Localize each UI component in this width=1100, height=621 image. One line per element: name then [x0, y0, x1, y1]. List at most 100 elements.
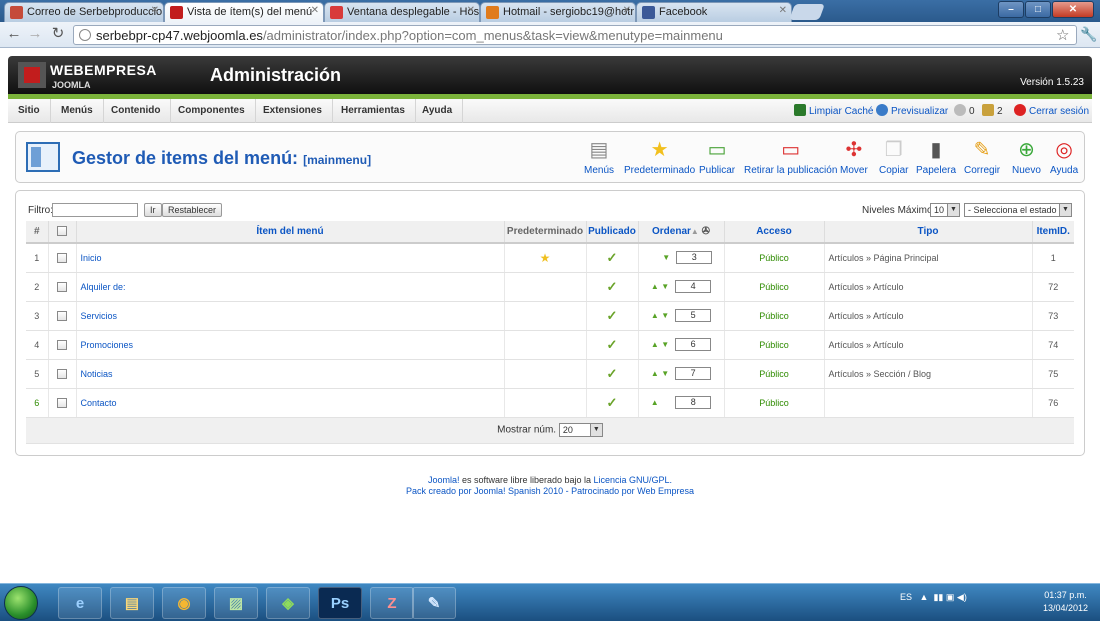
access-link[interactable]: Público	[759, 398, 789, 408]
volume-icon[interactable]: ◀)	[957, 592, 967, 602]
tab-ventana[interactable]: Ventana desplegable - Host ✕	[324, 2, 480, 22]
close-icon[interactable]: ✕	[779, 5, 787, 16]
logout-link[interactable]: Cerrar sesión	[1014, 104, 1089, 117]
move-down-icon[interactable]: ▼	[661, 311, 669, 320]
move-up-icon[interactable]: ▲	[651, 282, 659, 291]
menu-sitio[interactable]: Sitio	[8, 99, 51, 123]
network-icon[interactable]: ▣	[946, 592, 955, 602]
close-icon[interactable]: ✕	[151, 5, 159, 16]
unpublish-button[interactable]: ▭ Retirar la publicación	[744, 138, 837, 176]
photos-icon[interactable]: ▨	[214, 587, 258, 619]
published-check-icon[interactable]: ✓	[607, 366, 618, 381]
users-count[interactable]: 2	[982, 104, 1003, 117]
order-input[interactable]: 7	[675, 367, 712, 380]
col-type[interactable]: Tipo	[824, 221, 1033, 244]
state-select[interactable]: - Selecciona el estado - ▼	[964, 203, 1072, 217]
move-down-icon[interactable]: ▼	[662, 253, 670, 262]
row-checkbox[interactable]	[57, 310, 67, 321]
move-down-icon[interactable]: ▼	[661, 340, 669, 349]
copy-button[interactable]: ❐ Copiar	[879, 138, 908, 176]
filter-input[interactable]	[52, 203, 138, 217]
default-button[interactable]: ★ Predeterminado	[624, 138, 695, 176]
joomla-link[interactable]: Joomla!	[428, 475, 460, 485]
item-link[interactable]: Promociones	[81, 340, 134, 350]
display-num-select[interactable]: 20 ▼	[558, 423, 603, 437]
menus-button[interactable]: ▤ Menús	[584, 138, 614, 176]
menu-ayuda[interactable]: Ayuda	[412, 99, 464, 123]
item-link[interactable]: Noticias	[81, 369, 113, 379]
order-input[interactable]: 3	[676, 251, 713, 265]
filezilla-icon[interactable]: Z	[370, 587, 414, 619]
published-check-icon[interactable]: ✓	[607, 395, 618, 410]
clear-cache-link[interactable]: Limpiar Caché	[794, 104, 873, 117]
row-checkbox[interactable]	[57, 368, 67, 379]
item-link[interactable]: Inicio	[81, 253, 102, 263]
row-checkbox[interactable]	[57, 397, 67, 408]
move-up-icon[interactable]: ▲	[651, 369, 659, 378]
close-icon[interactable]: ✕	[311, 5, 319, 16]
close-icon[interactable]: ✕	[623, 5, 631, 16]
language-indicator[interactable]: ES	[900, 592, 912, 602]
address-bar[interactable]: serbebpr-cp47.webjoomla.es/administrator…	[73, 25, 1077, 45]
forward-button[interactable]: →	[27, 26, 43, 42]
publish-button[interactable]: ▭ Publicar	[699, 138, 735, 176]
tab-vista-items[interactable]: Vista de ítem(s) del menú ✕	[164, 2, 324, 22]
move-button[interactable]: ✣ Mover	[840, 138, 868, 176]
col-order[interactable]: Ordenar▲ ✇	[638, 221, 725, 244]
levels-select[interactable]: 10 ▼	[930, 203, 960, 217]
default-star-icon[interactable]: ★	[540, 251, 551, 265]
signal-icon[interactable]: ▮▮	[933, 592, 943, 602]
row-checkbox[interactable]	[57, 253, 67, 264]
published-check-icon[interactable]: ✓	[607, 279, 618, 294]
photoshop-icon[interactable]: Ps	[318, 587, 362, 619]
published-check-icon[interactable]: ✓	[607, 308, 618, 323]
wrench-icon[interactable]: 🔧	[1080, 26, 1097, 43]
pencil-app-icon[interactable]: ✎	[412, 587, 456, 619]
menu-contenido[interactable]: Contenido	[101, 99, 172, 123]
menu-herramientas[interactable]: Herramientas	[331, 99, 416, 123]
new-tab-button[interactable]	[789, 4, 825, 20]
move-up-icon[interactable]: ▲	[651, 311, 659, 320]
menu-menus[interactable]: Menús	[51, 99, 104, 123]
folder-icon[interactable]: ▤	[110, 587, 154, 619]
item-link[interactable]: Servicios	[81, 311, 118, 321]
row-checkbox[interactable]	[57, 339, 67, 350]
move-down-icon[interactable]: ▼	[661, 369, 669, 378]
license-link[interactable]: Licencia GNU/GPL.	[594, 475, 673, 485]
access-link[interactable]: Público	[759, 369, 789, 379]
col-item[interactable]: Ítem del menú	[76, 221, 505, 244]
tab-correo[interactable]: Correo de Serbebproduccio ✕	[4, 2, 164, 22]
credits-link[interactable]: Pack creado por Joomla! Spanish 2010 - P…	[0, 486, 1100, 497]
item-link[interactable]: Alquiler de:	[81, 282, 126, 292]
row-checkbox[interactable]	[57, 281, 67, 292]
order-input[interactable]: 6	[675, 338, 712, 351]
col-itemid[interactable]: ItemID.	[1032, 221, 1074, 244]
menu-componentes[interactable]: Componentes	[168, 99, 256, 123]
tray-arrow-icon[interactable]: ▲	[920, 592, 929, 602]
preview-link[interactable]: Previsualizar	[876, 104, 948, 117]
edit-button[interactable]: ✎ Corregir	[964, 138, 1000, 176]
window-close-button[interactable]: ✕	[1052, 1, 1094, 18]
move-down-icon[interactable]: ▼	[661, 282, 669, 291]
ie-icon[interactable]: e	[58, 587, 102, 619]
reload-button[interactable]: ↻	[50, 26, 66, 42]
clock[interactable]: 01:37 p.m. 13/04/2012	[1043, 589, 1088, 615]
go-button[interactable]: Ir	[144, 203, 162, 217]
access-link[interactable]: Público	[759, 253, 789, 263]
col-published[interactable]: Publicado	[586, 221, 639, 244]
app-icon[interactable]: ◈	[266, 587, 310, 619]
col-access[interactable]: Acceso	[724, 221, 825, 244]
back-button[interactable]: ←	[6, 26, 22, 42]
access-link[interactable]: Público	[759, 311, 789, 321]
access-link[interactable]: Público	[759, 282, 789, 292]
move-up-icon[interactable]: ▲	[651, 340, 659, 349]
order-input[interactable]: 4	[675, 280, 712, 293]
start-button[interactable]	[4, 586, 38, 620]
reset-button[interactable]: Restablecer	[162, 203, 223, 217]
item-link[interactable]: Contacto	[81, 398, 117, 408]
select-all-checkbox[interactable]	[57, 226, 67, 237]
tab-facebook[interactable]: Facebook ✕	[636, 2, 792, 22]
order-input[interactable]: 5	[675, 309, 712, 322]
maximize-button[interactable]: □	[1025, 1, 1051, 18]
trash-button[interactable]: ▮ Papelera	[916, 138, 956, 176]
